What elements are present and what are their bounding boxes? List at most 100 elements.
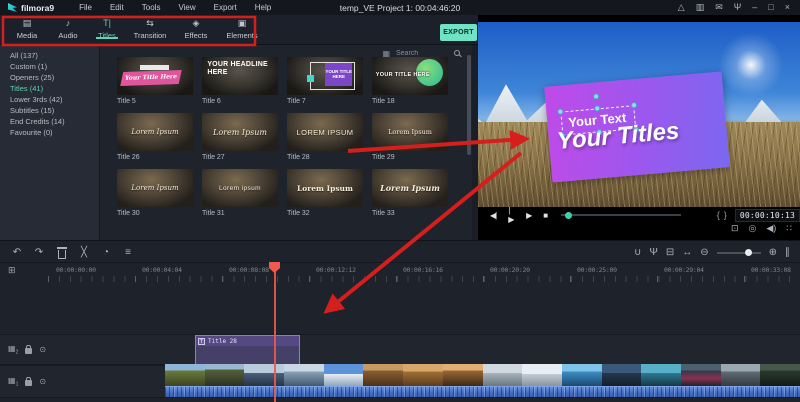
menubar: filmora9 File Edit Tools View Export Hel…	[0, 0, 800, 15]
split-icon[interactable]: ╳	[73, 247, 95, 258]
mark-in-icon[interactable]: {	[717, 210, 720, 220]
tab-transition[interactable]: ⇆ Transition	[128, 15, 172, 40]
selection-handle[interactable]	[557, 108, 564, 115]
mail-icon[interactable]: ✉	[715, 0, 723, 15]
track-1-lock-icon[interactable]	[25, 380, 32, 386]
rotate-handle[interactable]	[593, 93, 600, 100]
timeline-ruler[interactable]: 00:00:00:00 00:00:04:04 00:00:08:08 00:0…	[0, 263, 800, 283]
selection-handle[interactable]	[594, 105, 601, 112]
previous-frame-button[interactable]: ◀|	[490, 211, 496, 220]
menu-edit[interactable]: Edit	[101, 3, 133, 12]
preview-scrubber[interactable]	[561, 214, 681, 216]
minimize-button[interactable]: –	[752, 0, 757, 15]
sidebar-item-endcredits[interactable]: End Credits (14)	[10, 116, 99, 127]
play-button[interactable]: ▶	[526, 211, 531, 220]
tab-titles[interactable]: T| Titles	[90, 15, 124, 40]
transition-icon: ⇆	[146, 18, 154, 29]
speaker-icon[interactable]: ◀)	[766, 223, 776, 234]
menu-export[interactable]: Export	[205, 3, 246, 12]
title-clip-label: Title 28	[208, 338, 237, 345]
title-template-26[interactable]: Lorem Ipsum Title 26	[117, 113, 193, 161]
sidebar-item-all[interactable]: All (137)	[10, 50, 99, 61]
title-template-27[interactable]: Lorem Ipsum Title 27	[202, 113, 278, 161]
title-template-29[interactable]: Lorem Ipsum Title 29	[372, 113, 448, 161]
share-icon[interactable]: ▥	[696, 0, 705, 15]
search-icon[interactable]	[454, 50, 460, 56]
close-button[interactable]: ×	[785, 0, 790, 15]
mark-out-icon[interactable]: }	[724, 210, 727, 220]
adjust-icon[interactable]: ≡	[117, 247, 139, 258]
delete-icon[interactable]	[58, 250, 66, 259]
track-2-eye-icon[interactable]: ⊙	[39, 345, 46, 354]
sidebar-item-openers[interactable]: Openers (25)	[10, 72, 99, 83]
menu-tools[interactable]: Tools	[133, 3, 170, 12]
playhead-line[interactable]	[274, 263, 276, 402]
preview-video[interactable]: Your Text Your Titles	[478, 22, 800, 207]
track-1-eye-icon[interactable]: ⊙	[39, 377, 46, 386]
snapshot-icon[interactable]: ◎	[748, 223, 756, 234]
undo-icon[interactable]: ↶	[6, 247, 28, 258]
title-clip-icon: T	[198, 338, 205, 345]
menu-file[interactable]: File	[70, 3, 101, 12]
sidebar-item-subtitles[interactable]: Subtitles (15)	[10, 105, 99, 116]
sidebar-item-favourite[interactable]: Favourite (0)	[10, 127, 99, 138]
track-2-lock-icon[interactable]	[25, 348, 32, 354]
zoom-out-icon[interactable]: ⊖	[700, 247, 708, 258]
timeline-zoom-slider[interactable]	[717, 252, 761, 254]
sidebar-item-titles[interactable]: Titles (41)	[10, 83, 99, 94]
titles-category-sidebar: All (137) Custom (1) Openers (25) Titles…	[0, 45, 100, 240]
track-layout-icon[interactable]: ∥	[785, 247, 790, 258]
display-settings-icon[interactable]: ⊡	[731, 223, 739, 234]
marker-icon[interactable]: ∪	[634, 247, 641, 258]
effects-icon: ◈	[193, 18, 200, 29]
library-scrollbar[interactable]	[467, 55, 471, 155]
title-template-32[interactable]: Lorem Ipsum Title 32	[287, 169, 363, 217]
title-template-30[interactable]: Lorem Ipsum Title 30	[117, 169, 193, 217]
zoom-slider-handle[interactable]	[745, 249, 752, 256]
maximize-button[interactable]: □	[768, 0, 773, 15]
mic-icon[interactable]: Ψ	[734, 0, 742, 15]
timeline-audio-waveform[interactable]	[165, 386, 800, 397]
tab-audio[interactable]: ♪ Audio	[50, 15, 86, 40]
track-2: ▦2 ⊙	[0, 334, 800, 365]
menu-view[interactable]: View	[169, 3, 204, 12]
account-icon[interactable]: △	[678, 0, 685, 15]
zoom-to-fit-icon[interactable]: ↔	[682, 247, 692, 258]
scrubber-handle[interactable]	[565, 212, 572, 219]
timeline-panel: ↶ ↷ ╳ ◔ ≡ ∪ Ψ ⊟ ↔ ⊖ ⊕ ∥ ⊞ 00:00:00:00 00…	[0, 240, 800, 402]
redo-icon[interactable]: ↷	[28, 247, 50, 258]
title-template-18[interactable]: YOUR TITLE HERE Title 18	[372, 57, 448, 105]
audio-note-icon: ♪	[66, 18, 71, 29]
timeline-title-clip[interactable]: T Title 28	[195, 335, 300, 365]
title-overlay-box[interactable]: Your Text Your Titles	[544, 71, 730, 182]
media-tabbar: ▤ Media ♪ Audio T| Titles ⇆ Transition ◈…	[0, 15, 478, 45]
stop-button[interactable]: ■	[543, 211, 547, 220]
title-template-7[interactable]: YOUR TITLE HERE Title 7	[287, 57, 363, 105]
titles-library-panel: ▦ Your Title Here Title 5 YOUR HEADLINE …	[100, 45, 472, 240]
title-template-28[interactable]: LOREM IPSUM Title 28	[287, 113, 363, 161]
menu-help[interactable]: Help	[246, 3, 280, 12]
tab-media[interactable]: ▤ Media	[8, 15, 46, 40]
fullscreen-icon[interactable]: ∷	[786, 223, 792, 234]
record-voiceover-icon[interactable]: Ψ	[649, 247, 657, 258]
speed-icon[interactable]: ◔	[95, 247, 117, 258]
title-template-31[interactable]: Lorem ipsum Title 31	[202, 169, 278, 217]
tab-elements[interactable]: ▣ Elements	[220, 15, 264, 40]
title-template-5[interactable]: Your Title Here Title 5	[117, 57, 193, 105]
track-1-video-icon: ▦1	[8, 376, 18, 388]
filmora-app-window: filmora9 File Edit Tools View Export Hel…	[0, 0, 800, 402]
next-frame-button[interactable]: |▶	[508, 206, 514, 224]
title-templates-grid: Your Title Here Title 5 YOUR HEADLINE HE…	[117, 57, 448, 217]
title-template-33[interactable]: Lorem Ipsum Title 33	[372, 169, 448, 217]
title-template-6[interactable]: YOUR HEADLINE HERE Title 6	[202, 57, 278, 105]
app-logo-text: filmora9	[21, 3, 54, 13]
export-button[interactable]: EXPORT	[440, 24, 477, 41]
selection-handle[interactable]	[631, 102, 638, 109]
timeline-video-clip[interactable]	[165, 364, 800, 386]
sidebar-item-custom[interactable]: Custom (1)	[10, 61, 99, 72]
sun-glare	[716, 30, 786, 100]
sidebar-item-lower3rds[interactable]: Lower 3rds (42)	[10, 94, 99, 105]
zoom-in-icon[interactable]: ⊕	[769, 247, 777, 258]
mixer-icon[interactable]: ⊟	[666, 247, 674, 258]
tab-effects[interactable]: ◈ Effects	[176, 15, 216, 40]
